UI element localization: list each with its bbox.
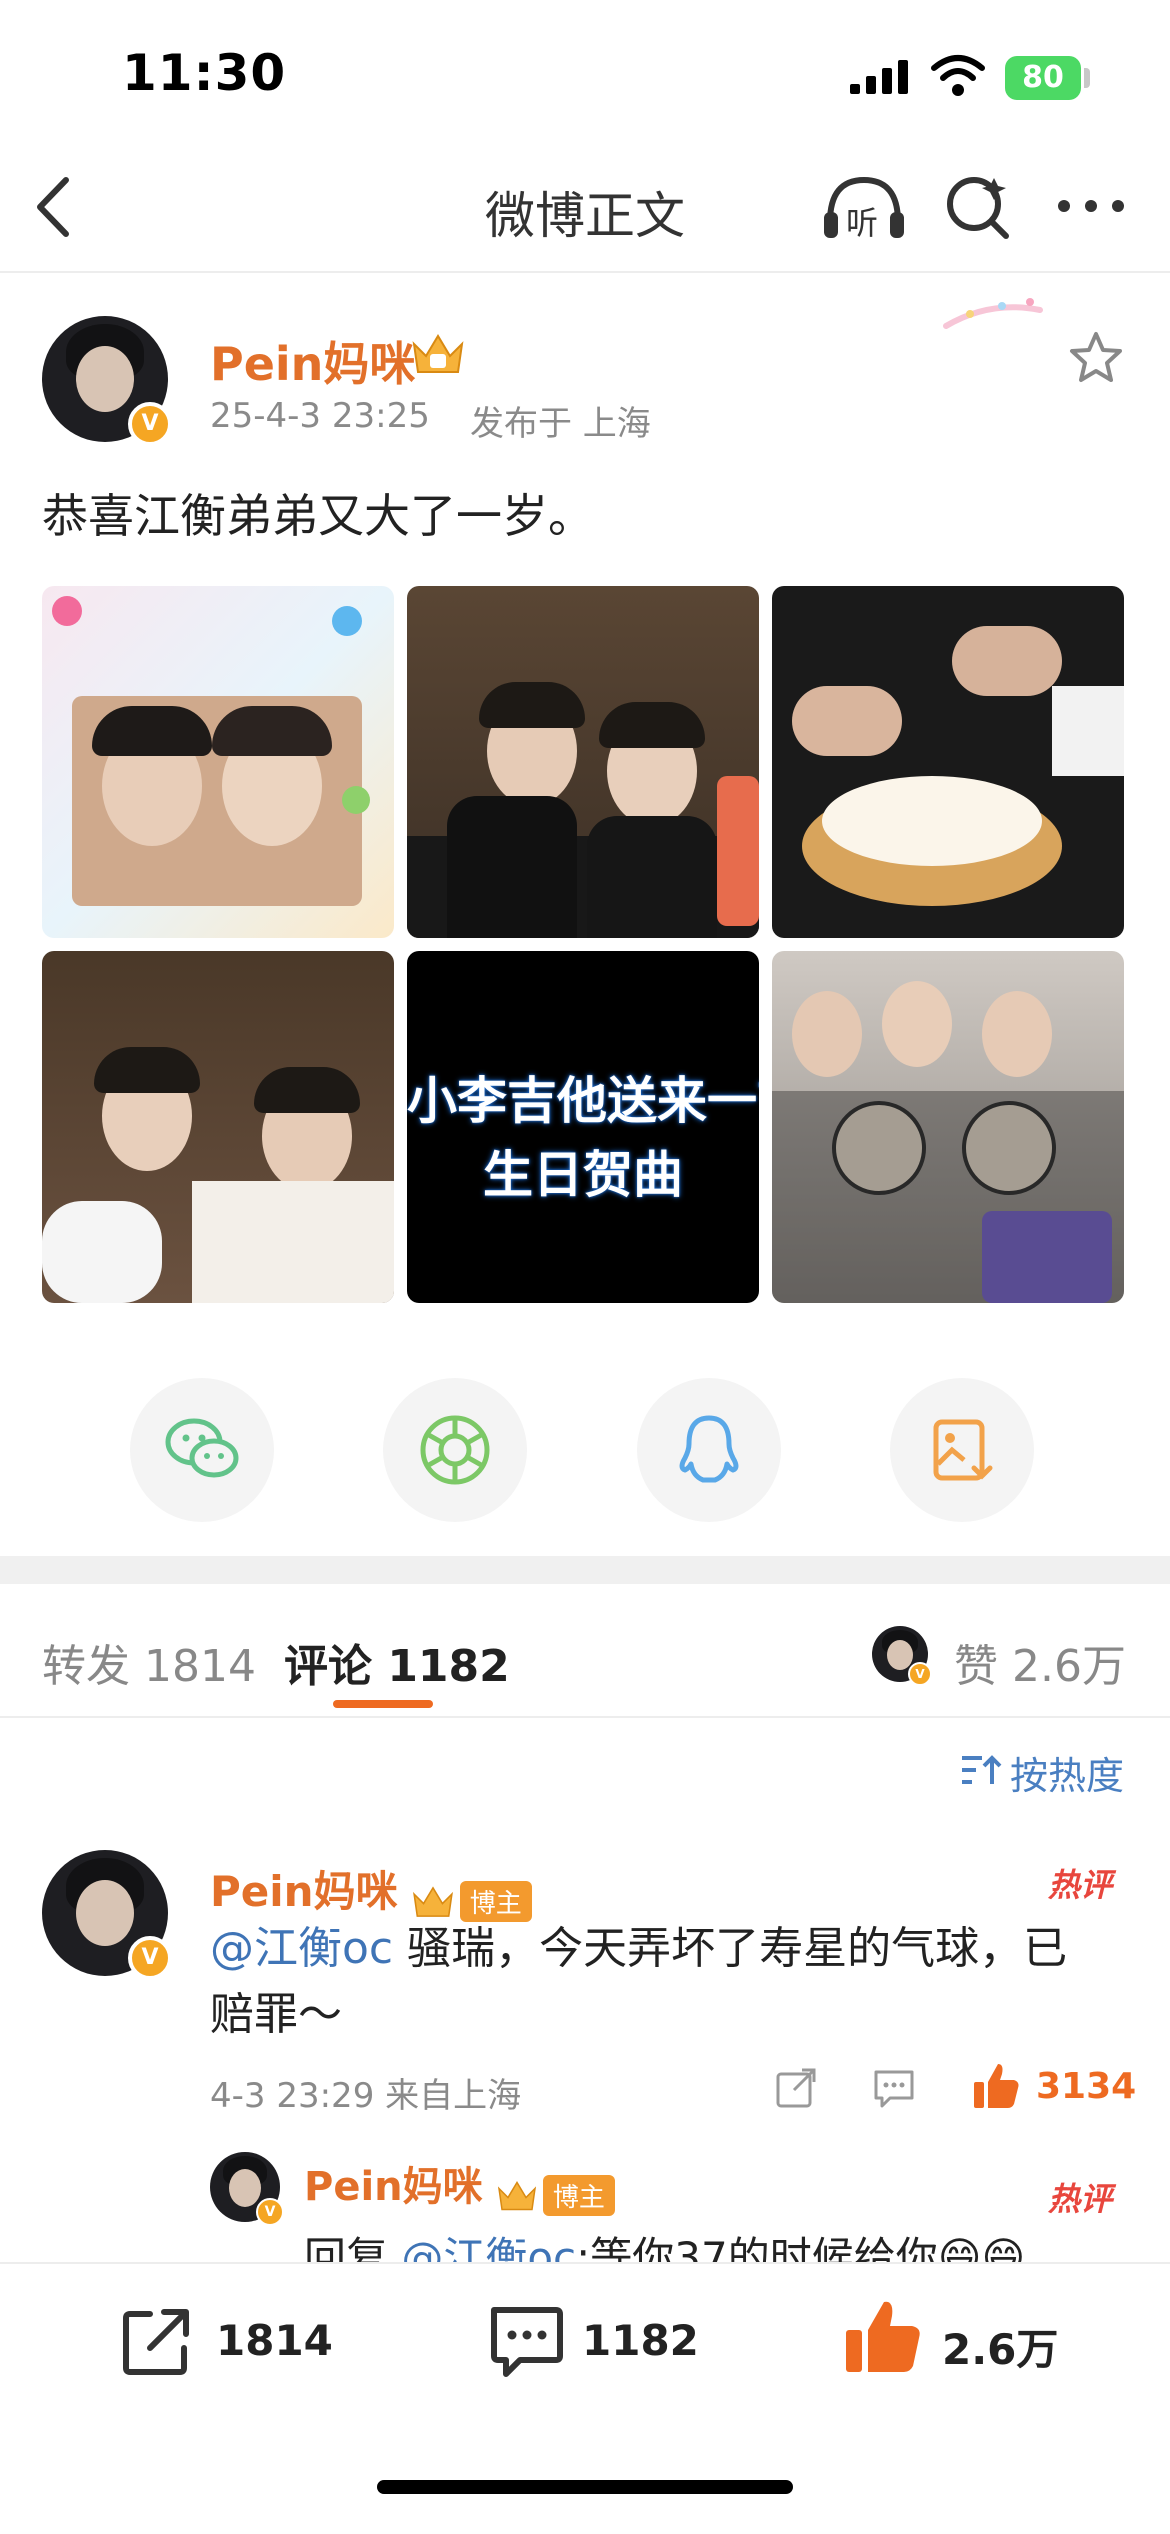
comment-text: @江衡oc 骚瑞，今天弄坏了寿星的气球，已 赔罪～ <box>210 1916 1130 2048</box>
decoration-sparkle-icon <box>943 298 1043 329</box>
battery-level: 80 <box>1022 60 1064 95</box>
save-image-button[interactable] <box>890 1378 1034 1522</box>
listen-button[interactable]: 听 <box>822 172 906 242</box>
nav-divider <box>0 271 1170 273</box>
video-caption-line1: 小李吉他送来一首 <box>407 1072 759 1130</box>
bottom-comment-button[interactable]: 1182 <box>486 2302 706 2382</box>
post-photo-6[interactable] <box>772 951 1124 1303</box>
reply-blogger-tag: 博主 <box>542 2175 615 2216</box>
home-indicator[interactable] <box>377 2480 793 2494</box>
bottom-repost-count: 1814 <box>216 2316 333 2365</box>
post-photo-1[interactable] <box>42 586 394 938</box>
comment-text-line2: 赔罪～ <box>210 1989 342 2040</box>
tab-comment[interactable]: 评论 1182 <box>284 1630 510 1694</box>
tab-like[interactable]: 赞 2.6万 <box>954 1630 1126 1694</box>
comment-like-icon[interactable] <box>970 2060 1022 2112</box>
share-wechat-button[interactable] <box>130 1378 274 1522</box>
section-divider <box>0 1556 1170 1584</box>
hot-comment-badge: 热评 <box>1048 1866 1113 1904</box>
reply-author-name[interactable]: Pein妈咪 <box>304 2164 483 2210</box>
post-location: 发布于 上海 <box>470 404 651 444</box>
sort-icon[interactable] <box>960 1750 1002 1790</box>
post-text: 恭喜江衡弟弟又大了一岁。 <box>42 489 594 543</box>
post-photo-3[interactable] <box>772 586 1124 938</box>
post-photo-4[interactable] <box>42 951 394 1303</box>
qq-icon <box>679 1415 739 1483</box>
bottom-repost-button[interactable]: 1814 <box>120 2302 340 2382</box>
more-icon[interactable] <box>1056 196 1126 216</box>
comment-icon <box>491 2307 563 2377</box>
tab-repost[interactable]: 转发 1814 <box>42 1630 256 1694</box>
comment-reply-icon[interactable] <box>872 2066 916 2110</box>
post-photo-2[interactable] <box>407 586 759 938</box>
signal-icon <box>850 60 908 94</box>
comment-text-line1: 骚瑞，今天弄坏了寿星的气球，已 <box>393 1923 1068 1974</box>
tabs-divider <box>0 1716 1170 1718</box>
active-tab-indicator <box>333 1700 433 1708</box>
video-caption-line2: 生日贺曲 <box>483 1146 683 1204</box>
status-time: 11:30 <box>122 44 287 102</box>
comment-mention-link[interactable]: @江衡oc <box>210 1923 393 1974</box>
like-thumb-icon <box>846 2301 920 2372</box>
repost-icon <box>123 2309 189 2375</box>
reply-hot-badge: 热评 <box>1048 2180 1113 2218</box>
comment-author-name[interactable]: Pein妈咪 <box>210 1867 398 1916</box>
wechat-icon <box>165 1418 239 1478</box>
comment-verified-badge: V <box>128 1936 172 1980</box>
sort-by-hot-button[interactable]: 按热度 <box>1010 1745 1124 1800</box>
bottom-comment-count: 1182 <box>582 2316 699 2365</box>
battery-tip <box>1084 68 1090 88</box>
verified-badge: V <box>128 402 172 446</box>
reply-header: Pein妈咪 博主 <box>304 2154 615 2216</box>
post-author-name[interactable]: Pein妈咪 <box>210 328 415 394</box>
comment-share-icon[interactable] <box>774 2066 818 2110</box>
crown-badge-icon <box>412 334 464 373</box>
bottom-like-button[interactable]: 2.6万 <box>842 2296 1082 2382</box>
post-video-thumbnail[interactable]: 小李吉他送来一首 生日贺曲 <box>407 951 759 1303</box>
comment-header: Pein妈咪 博主 <box>210 1858 532 1922</box>
moments-icon <box>420 1415 490 1485</box>
comment-meta: 4-3 23:29 来自上海 <box>210 2076 522 2116</box>
save-image-icon <box>933 1419 993 1481</box>
share-qq-button[interactable] <box>637 1378 781 1522</box>
listen-label: 听 <box>846 204 879 242</box>
wifi-icon <box>931 55 985 96</box>
favorite-star-icon[interactable] <box>1068 330 1124 386</box>
reply-verified-badge: V <box>256 2198 284 2226</box>
crown-badge-icon <box>497 2180 536 2210</box>
crown-badge-icon <box>412 1885 453 1917</box>
share-moments-button[interactable] <box>383 1378 527 1522</box>
search-icon[interactable] <box>944 172 1014 242</box>
comment-like-count: 3134 <box>1036 2066 1137 2107</box>
liker-verified-badge: V <box>908 1662 932 1686</box>
bottom-like-count: 2.6万 <box>942 2325 1059 2374</box>
post-timestamp: 25-4-3 23:25 <box>210 396 430 436</box>
battery-indicator: 80 <box>1005 56 1081 100</box>
